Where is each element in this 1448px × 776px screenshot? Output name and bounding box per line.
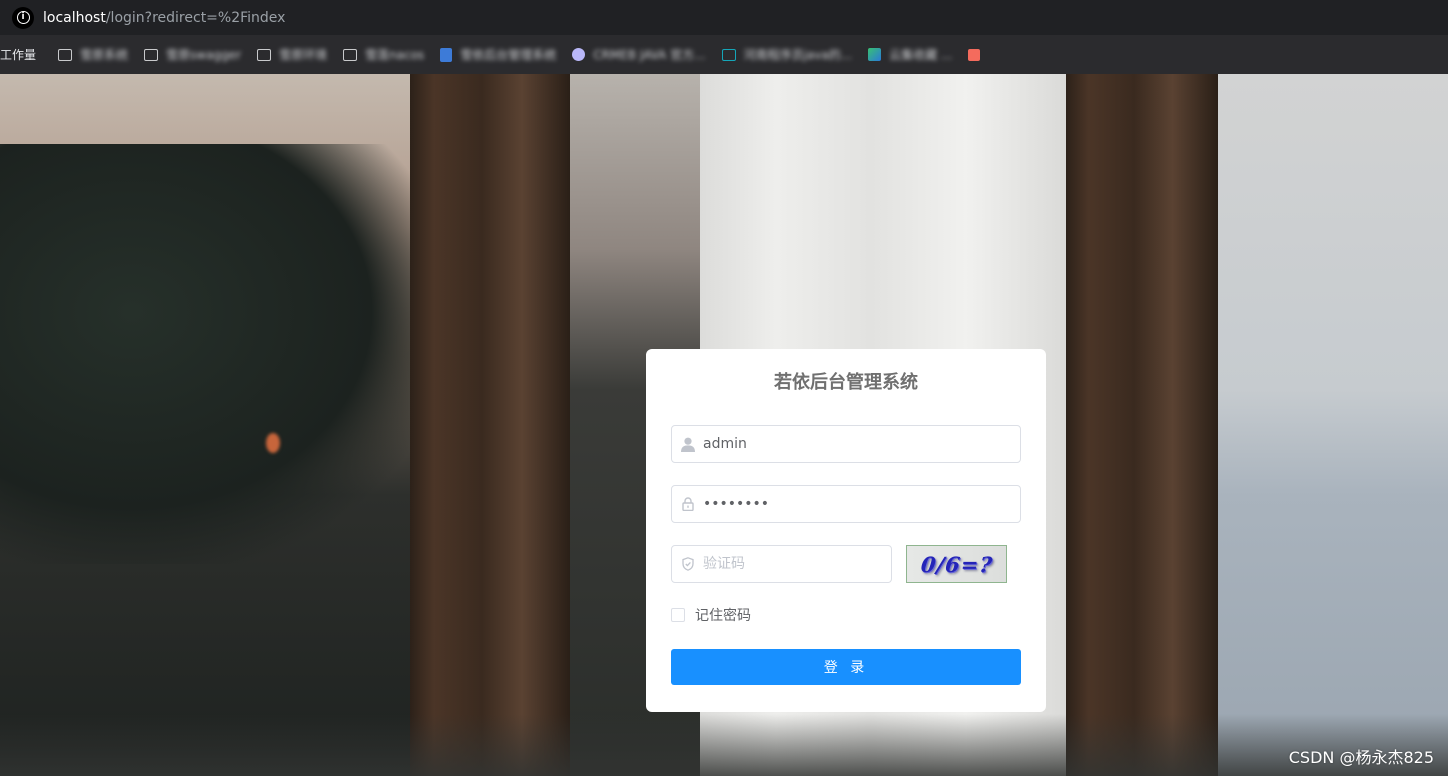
user-icon — [673, 437, 703, 452]
folder-icon — [343, 48, 358, 61]
bookmark-item[interactable]: 雪原环境 — [257, 43, 327, 67]
bookmark-item[interactable]: 雪依后台管理系统 — [440, 43, 556, 67]
username-input[interactable] — [703, 426, 1020, 462]
bookmark-item[interactable]: 雪原swagger — [144, 43, 241, 67]
bookmark-item[interactable]: 工作量 — [0, 43, 36, 67]
bookmark-item[interactable]: 雪莲nacos — [343, 43, 424, 67]
url-host: localhost — [43, 9, 106, 26]
background-lamp — [266, 433, 280, 453]
folder-icon — [257, 48, 272, 61]
background-wood-post-left — [410, 74, 570, 776]
folder-icon — [58, 48, 73, 61]
bookmark-label: 河南程序员java的... — [743, 48, 853, 62]
background-trees — [0, 144, 440, 564]
captcha-field[interactable] — [671, 545, 892, 583]
background-wood-post-right — [1066, 74, 1218, 776]
lock-icon — [673, 497, 703, 511]
app-icon — [868, 48, 882, 61]
folder-icon — [144, 48, 159, 61]
globe-icon — [572, 48, 586, 61]
login-card: 若依后台管理系统 0/6=? — [646, 349, 1046, 712]
bookmark-item[interactable]: 云集收藏 ... — [868, 43, 952, 67]
bookmark-label: 雪原系统 — [80, 48, 129, 62]
background-window-right — [1215, 74, 1448, 776]
bookmark-item[interactable]: 河南程序员java的... — [721, 43, 853, 67]
captcha-input[interactable] — [703, 546, 891, 582]
login-title: 若依后台管理系统 — [774, 372, 918, 393]
url-path: /login?redirect=%2Findex — [105, 9, 286, 26]
bookmark-label: 雪莲nacos — [365, 48, 425, 62]
bookmark-label: 雪原环境 — [279, 48, 328, 62]
bookmarks-bar: 工作量 雪原系统 雪原swagger 雪原环境 雪莲nacos 雪依后台管理系统… — [0, 35, 1448, 74]
bookmark-label: 雪原swagger — [166, 48, 242, 62]
bookmark-item[interactable] — [968, 43, 988, 67]
background-floor — [0, 714, 1448, 776]
tv-icon — [721, 48, 736, 61]
checkbox-box[interactable] — [671, 608, 685, 622]
bookmark-item[interactable]: 雪原系统 — [58, 43, 128, 67]
captcha-text: 0/6=? — [919, 551, 994, 577]
bookmark-label: CRMEB JAVA 官方... — [593, 48, 706, 62]
bookmark-label: 云集收藏 ... — [889, 48, 953, 62]
remember-password-checkbox[interactable]: 记住密码 — [671, 605, 751, 625]
browser-address-bar: i localhost/login?redirect=%2Findex — [0, 0, 1448, 35]
captcha-image[interactable]: 0/6=? — [906, 545, 1007, 583]
login-button[interactable]: 登 录 — [671, 649, 1021, 685]
bookmark-page-icon — [440, 47, 453, 62]
password-field[interactable] — [671, 485, 1021, 523]
bookmark-label: 雪依后台管理系统 — [460, 48, 557, 62]
shield-icon — [673, 557, 703, 571]
username-field[interactable] — [671, 425, 1021, 463]
csdn-watermark: CSDN @杨永杰825 — [1288, 748, 1434, 767]
site-info-icon[interactable]: i — [12, 6, 34, 29]
password-input[interactable] — [703, 486, 1020, 522]
remember-password-label: 记住密码 — [695, 608, 751, 624]
bookmark-label: 工作量 — [0, 48, 37, 62]
red-square-icon — [968, 48, 981, 61]
url-field[interactable]: localhost/login?redirect=%2Findex — [43, 10, 285, 26]
bookmark-item[interactable]: CRMEB JAVA 官方... — [572, 43, 706, 67]
